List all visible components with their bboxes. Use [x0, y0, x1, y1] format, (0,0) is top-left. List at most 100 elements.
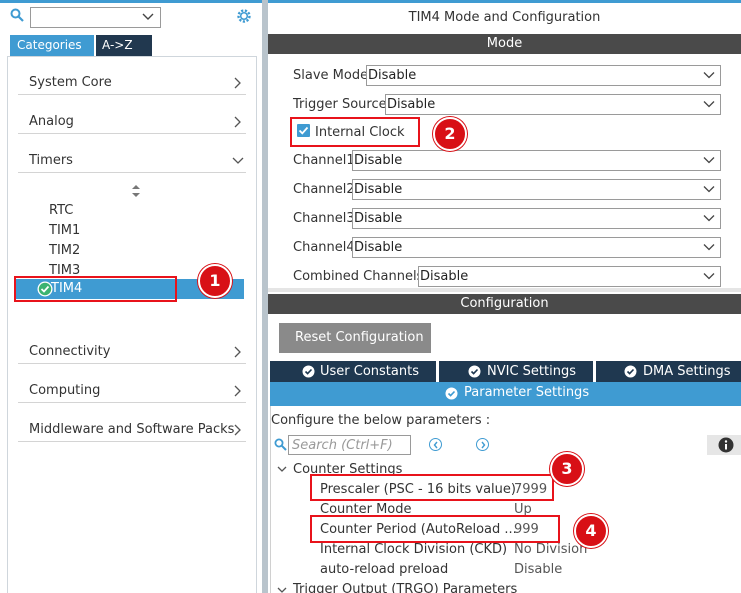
select-value: Disable — [387, 97, 436, 112]
chevron-right-icon — [480, 441, 485, 448]
slave-mode-select[interactable]: Disable — [366, 65, 721, 86]
chevron-right-icon — [234, 77, 241, 89]
configuration-header: Configuration — [268, 294, 741, 314]
check-circle-icon — [302, 365, 315, 378]
param-clock-division-value[interactable]: No Division — [514, 542, 587, 557]
parameter-search-input[interactable]: Search (Ctrl+F) — [288, 435, 411, 455]
left-panel: Categories A->Z System Core Analog Timer… — [0, 0, 262, 593]
chevron-down-icon[interactable] — [142, 12, 154, 22]
sort-icon[interactable] — [132, 185, 140, 197]
slave-mode-row: Slave Mode Disable — [293, 65, 721, 87]
channel3-row: Channel3 Disable — [293, 208, 721, 230]
category-timers[interactable]: Timers — [18, 149, 246, 173]
tab-label: User Constants — [320, 364, 419, 379]
category-connectivity[interactable]: Connectivity — [18, 340, 246, 364]
chevron-right-icon — [234, 385, 241, 397]
right-panel: TIM4 Mode and Configuration Mode Slave M… — [268, 0, 741, 593]
tab-dma-settings[interactable]: DMA Settings — [596, 361, 741, 382]
tab-categories[interactable]: Categories — [10, 35, 94, 56]
chevron-down-icon — [703, 244, 715, 251]
chevron-right-icon — [234, 116, 241, 128]
tab-label: DMA Settings — [643, 364, 731, 379]
tab-user-constants[interactable]: User Constants — [270, 361, 436, 382]
category-computing[interactable]: Computing — [18, 379, 246, 403]
search-icon[interactable] — [274, 438, 287, 451]
tab-label: Parameter Settings — [464, 385, 590, 400]
category-label: System Core — [29, 75, 112, 90]
select-value: Disable — [420, 269, 469, 284]
chevron-right-icon — [234, 346, 241, 358]
tab-parameter-settings[interactable]: Parameter Settings — [270, 382, 741, 406]
previous-match-button[interactable] — [429, 438, 442, 451]
timer-item-tim2[interactable]: TIM2 — [49, 243, 80, 258]
combined-channels-select[interactable]: Disable — [418, 266, 721, 287]
field-label: Slave Mode — [293, 68, 369, 83]
check-circle-icon — [468, 365, 481, 378]
channel2-select[interactable]: Disable — [352, 179, 721, 200]
category-middleware[interactable]: Middleware and Software Packs — [18, 418, 246, 442]
chevron-down-icon — [703, 273, 715, 280]
mode-header: Mode — [268, 34, 741, 54]
trigger-source-row: Trigger Source Disable — [293, 94, 721, 116]
trigger-output-group[interactable]: Trigger Output (TRGO) Parameters — [293, 582, 517, 593]
chevron-down-icon — [703, 101, 715, 108]
param-clock-division: Internal Clock Division (CKD) — [320, 542, 508, 557]
category-label: Timers — [29, 153, 73, 168]
chevron-down-icon — [703, 72, 715, 79]
annotation-badge-1: 1 — [198, 264, 232, 298]
category-analog[interactable]: Analog — [18, 110, 246, 134]
info-icon — [718, 437, 734, 453]
info-button[interactable] — [707, 435, 741, 455]
field-label: Trigger Source — [293, 97, 387, 112]
tab-a-to-z[interactable]: A->Z — [96, 35, 152, 56]
channel3-select[interactable]: Disable — [352, 208, 721, 229]
combined-channels-row: Combined Channels Disable — [293, 266, 721, 288]
category-system-core[interactable]: System Core — [18, 71, 246, 95]
field-label: Channel1 — [293, 153, 355, 168]
annotation-box-prescaler — [310, 474, 554, 501]
chevron-down-icon — [703, 157, 715, 164]
tab-label: NVIC Settings — [487, 364, 576, 379]
next-match-button[interactable] — [476, 438, 489, 451]
gear-icon[interactable] — [235, 7, 253, 25]
channel1-row: Channel1 Disable — [293, 150, 721, 172]
timer-item-rtc[interactable]: RTC — [49, 203, 73, 218]
timer-item-tim1[interactable]: TIM1 — [49, 223, 80, 238]
param-auto-reload-preload-value[interactable]: Disable — [514, 562, 562, 577]
select-value: Disable — [354, 153, 403, 168]
channel4-select[interactable]: Disable — [352, 237, 721, 258]
left-top-accent — [0, 0, 262, 3]
check-circle-icon — [624, 365, 637, 378]
category-list: System Core Analog Timers RTC TIM1 TIM2 … — [7, 56, 257, 593]
reset-configuration-button[interactable]: Reset Configuration — [279, 323, 431, 353]
channel1-select[interactable]: Disable — [352, 150, 721, 171]
chevron-down-icon[interactable] — [277, 587, 287, 593]
chevron-down-icon[interactable] — [277, 466, 287, 473]
select-value: Disable — [354, 211, 403, 226]
right-top-accent — [268, 0, 741, 3]
chevron-right-icon — [234, 424, 241, 436]
mode-scrollbar[interactable] — [268, 288, 741, 292]
page-title: TIM4 Mode and Configuration — [408, 10, 601, 25]
annotation-box-internal-clock — [290, 117, 420, 147]
chevron-down-icon — [703, 215, 715, 222]
channel4-row: Channel4 Disable — [293, 237, 721, 259]
category-label: Computing — [29, 383, 101, 398]
field-label: Channel3 — [293, 211, 355, 226]
configure-instructions: Configure the below parameters : — [271, 413, 491, 428]
channel2-row: Channel2 Disable — [293, 179, 721, 201]
tab-nvic-settings[interactable]: NVIC Settings — [439, 361, 593, 382]
annotation-badge-2: 2 — [433, 117, 467, 151]
annotation-box-tim4 — [14, 276, 177, 302]
search-icon[interactable] — [10, 8, 24, 22]
check-circle-icon — [445, 387, 458, 400]
annotation-badge-3: 3 — [550, 452, 584, 486]
annotation-badge-4: 4 — [574, 514, 608, 548]
select-value: Disable — [354, 240, 403, 255]
category-label: Connectivity — [29, 344, 111, 359]
select-value: Disable — [368, 68, 417, 83]
search-combo[interactable] — [30, 7, 161, 28]
trigger-source-select[interactable]: Disable — [385, 94, 721, 115]
field-label: Channel4 — [293, 240, 355, 255]
param-auto-reload-preload: auto-reload preload — [320, 562, 449, 577]
